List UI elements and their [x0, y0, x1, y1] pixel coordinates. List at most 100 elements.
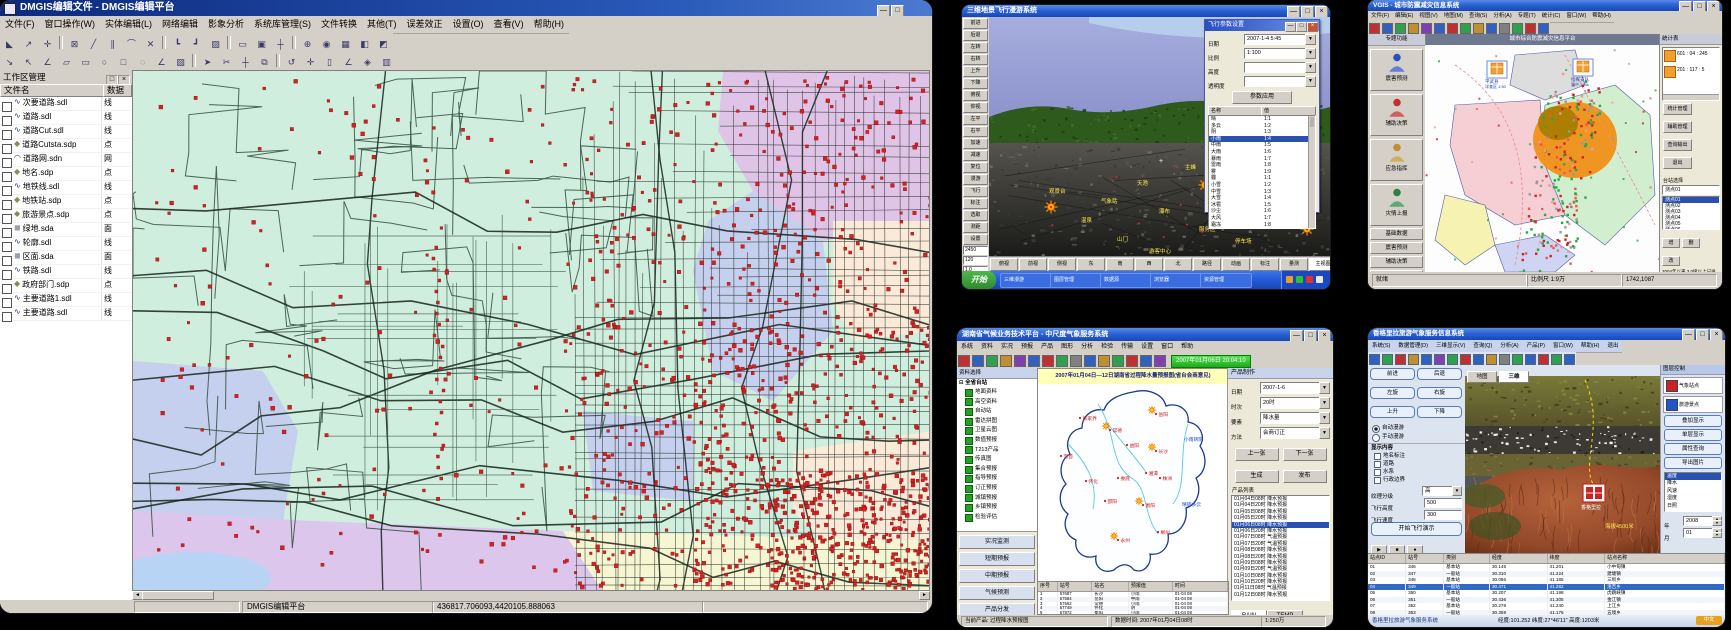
nav-round-button[interactable]: 前进 — [1370, 368, 1415, 380]
window-button-terrain-2[interactable]: × — [1710, 329, 1723, 340]
toolbar-icon[interactable] — [1499, 354, 1510, 365]
hscroll-right-arrow[interactable]: ► — [919, 591, 930, 600]
menu-11[interactable]: 帮助(H) — [529, 16, 570, 33]
window-button-weather-2[interactable]: × — [1318, 330, 1331, 341]
dropdown-arrow-icon[interactable]: ▼ — [1305, 48, 1316, 59]
menu-item[interactable]: 查询(S) — [1466, 13, 1490, 19]
map-hscrollbar[interactable]: ◄ ► — [132, 591, 930, 600]
nav-button[interactable]: 左平 — [963, 114, 988, 125]
toolbar-icon[interactable]: ↖ — [20, 55, 37, 70]
check-icon[interactable] — [1374, 453, 1381, 460]
window-button-quake-1[interactable]: □ — [1693, 1, 1706, 11]
dialog-list-row[interactable]: 霾1:1 — [1209, 175, 1315, 182]
nav-field[interactable]: 2450 — [963, 246, 988, 255]
table-header-cell[interactable]: 类别 — [1444, 554, 1490, 563]
nav-button[interactable]: 右平 — [963, 126, 988, 137]
file-row[interactable]: ◼区面.sda面 — [0, 251, 132, 265]
toolbar-icon[interactable] — [1421, 354, 1432, 365]
toolbar-icon[interactable] — [1564, 354, 1575, 365]
nav-button[interactable]: 上升 — [963, 66, 988, 77]
radio-row[interactable]: 自动漫游 — [1368, 424, 1465, 433]
menu-item[interactable]: 系统 — [957, 344, 977, 350]
scene-tab[interactable]: 地图 — [1467, 371, 1497, 383]
dialog-list-row[interactable]: 大雨1:6 — [1209, 149, 1315, 156]
terrain-scene[interactable]: 地图三维香格里拉海拔4500米 — [1465, 365, 1660, 553]
action-button[interactable]: 下一张 — [1283, 448, 1327, 461]
dialog-list-row[interactable]: 霜冻1:8 — [1209, 222, 1315, 229]
nav-button[interactable]: 后退 — [963, 30, 988, 41]
form-field[interactable]: 降水量 — [1260, 412, 1320, 424]
dropdown-arrow-icon[interactable]: ▼ — [1305, 34, 1316, 45]
tree-item[interactable]: 传真图 — [957, 455, 1037, 465]
toolbar-icon[interactable] — [1369, 354, 1380, 365]
toolbar-icon[interactable] — [1460, 354, 1471, 365]
file-row[interactable]: ◠道路网.sdn网 — [0, 153, 132, 167]
tree-checkbox[interactable] — [965, 437, 973, 445]
radio-icon[interactable] — [1372, 425, 1380, 433]
file-row[interactable]: ∿主要道路1.sdl线 — [0, 293, 132, 307]
menu-item[interactable]: 数据管理(D) — [1394, 343, 1432, 349]
nav-button[interactable]: 前进 — [963, 18, 988, 29]
window-button-terrain-1[interactable]: □ — [1696, 329, 1709, 340]
view-tab[interactable]: 标注 — [1251, 258, 1279, 271]
menu-6[interactable]: 文件转换 — [316, 16, 362, 33]
toolbar-icon[interactable] — [1447, 23, 1458, 34]
toolbar-icon[interactable]: ⌒ — [123, 37, 140, 52]
record-row[interactable]: 201 : 117 : 5 — [1663, 64, 1719, 80]
window-button-v3d-2[interactable]: × — [1315, 6, 1328, 17]
table-header-cell[interactable]: 纬度 — [1548, 554, 1606, 563]
menu-item[interactable]: 帮助 — [1177, 344, 1197, 350]
nav-button[interactable]: 测距 — [963, 222, 988, 233]
menu-item[interactable]: 分析(A) — [1490, 13, 1514, 19]
spinner-down-icon[interactable]: ▼ — [1712, 520, 1722, 526]
menu-item[interactable]: 地图(M) — [1441, 13, 1466, 19]
nav-round-button[interactable]: 左旋 — [1370, 387, 1415, 399]
toolbar-icon[interactable]: ▭ — [234, 37, 251, 52]
start-button[interactable]: 开始 — [962, 271, 996, 289]
nav-button[interactable]: 右转 — [963, 54, 988, 65]
main-titlebar[interactable]: DMGIS编辑文件 - DMGIS编辑平台 —□ — [0, 0, 932, 16]
variable-list[interactable]: 温度降水风速湿度日照 — [1664, 472, 1722, 512]
table-header-cell[interactable]: 预报值 — [1129, 582, 1173, 591]
toolbar-icon[interactable] — [1473, 23, 1484, 34]
combo-value[interactable]: 高 — [1422, 486, 1454, 496]
menu-item[interactable]: 设置 — [1137, 344, 1157, 350]
nav-button[interactable]: 漫游 — [963, 174, 988, 185]
file-row[interactable]: ∿地铁线.sdl线 — [0, 181, 132, 195]
nav-button[interactable]: 俯视 — [963, 90, 988, 101]
toolbar-icon[interactable]: ✛ — [39, 37, 56, 52]
toolbar-icon[interactable]: ◈ — [359, 55, 376, 70]
dialog-list-row[interactable]: 沙尘1:6 — [1209, 208, 1315, 215]
taskbar-task[interactable]: 数据源 — [1100, 273, 1152, 288]
toolbar-icon[interactable] — [958, 355, 970, 367]
toolbar-icon[interactable] — [1112, 355, 1124, 367]
nav-field[interactable]: 120 — [963, 256, 988, 265]
nav-button[interactable]: 左转 — [963, 42, 988, 53]
station-item[interactable]: 测点06 — [1663, 227, 1719, 230]
scroll-thumb[interactable] — [1310, 117, 1314, 127]
dialog-list-row[interactable]: 中雪1:3 — [1209, 189, 1315, 196]
dialog-scrollbar[interactable] — [1308, 116, 1315, 228]
nav-button[interactable]: 设置 — [963, 234, 988, 245]
dropdown-arrow-icon[interactable]: ▼ — [1319, 412, 1330, 424]
toolbar-icon[interactable] — [1512, 23, 1523, 34]
tree-checkbox[interactable] — [965, 504, 973, 512]
scene-tab[interactable]: 三维 — [1499, 371, 1529, 383]
toolbar-icon[interactable] — [1538, 23, 1549, 34]
menu-3[interactable]: 网络编辑 — [157, 16, 203, 33]
toolbar-icon[interactable] — [1538, 354, 1549, 365]
menu-item[interactable]: 帮助(H) — [1589, 13, 1614, 19]
tree-checkbox[interactable] — [965, 408, 973, 416]
ime-badge[interactable]: 中文 — [1696, 616, 1722, 625]
toolbar-icon[interactable]: ∥ — [104, 37, 121, 52]
dialog-list-row[interactable]: 雷雨1:8 — [1209, 162, 1315, 169]
fly-button[interactable]: 开始飞行演示 — [1371, 522, 1462, 536]
station-list[interactable]: 测点01测点02测点03测点04测点05测点06 — [1662, 196, 1720, 230]
toolbar-icon[interactable] — [1056, 355, 1068, 367]
tree-checkbox[interactable] — [965, 389, 973, 397]
toolbar-icon[interactable] — [1447, 354, 1458, 365]
tree-item[interactable]: 高空资料 — [957, 398, 1037, 408]
stats-button[interactable]: 退出 — [1663, 157, 1692, 169]
toolbar-icon[interactable] — [1408, 23, 1419, 34]
tree-checkbox[interactable] — [965, 427, 973, 435]
